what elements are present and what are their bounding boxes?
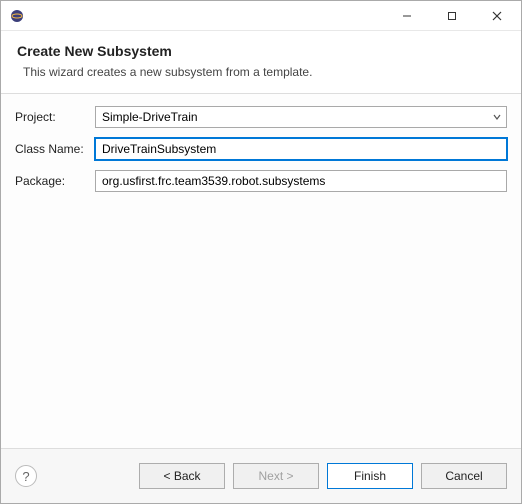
button-bar: ? < Back Next > Finish Cancel [1,449,521,503]
window-controls [384,1,519,30]
minimize-button[interactable] [384,1,429,30]
project-row: Project: Simple-DriveTrain [15,106,507,128]
dialog-window: Create New Subsystem This wizard creates… [0,0,522,504]
project-label: Project: [15,110,95,124]
next-button[interactable]: Next > [233,463,319,489]
back-button[interactable]: < Back [139,463,225,489]
cancel-button[interactable]: Cancel [421,463,507,489]
wizard-title: Create New Subsystem [17,43,505,59]
classname-row: Class Name: [15,138,507,160]
close-button[interactable] [474,1,519,30]
help-icon: ? [22,469,29,484]
project-select[interactable]: Simple-DriveTrain [95,106,507,128]
form-area: Project: Simple-DriveTrain Class Name: P… [1,94,521,449]
project-combo-wrap: Simple-DriveTrain [95,106,507,128]
classname-input[interactable] [95,138,507,160]
package-input[interactable] [95,170,507,192]
maximize-button[interactable] [429,1,474,30]
wizard-header: Create New Subsystem This wizard creates… [1,31,521,94]
titlebar [1,1,521,31]
classname-label: Class Name: [15,142,95,156]
package-row: Package: [15,170,507,192]
wizard-description: This wizard creates a new subsystem from… [17,65,505,79]
finish-button[interactable]: Finish [327,463,413,489]
package-label: Package: [15,174,95,188]
help-button[interactable]: ? [15,465,37,487]
eclipse-icon [9,8,25,24]
